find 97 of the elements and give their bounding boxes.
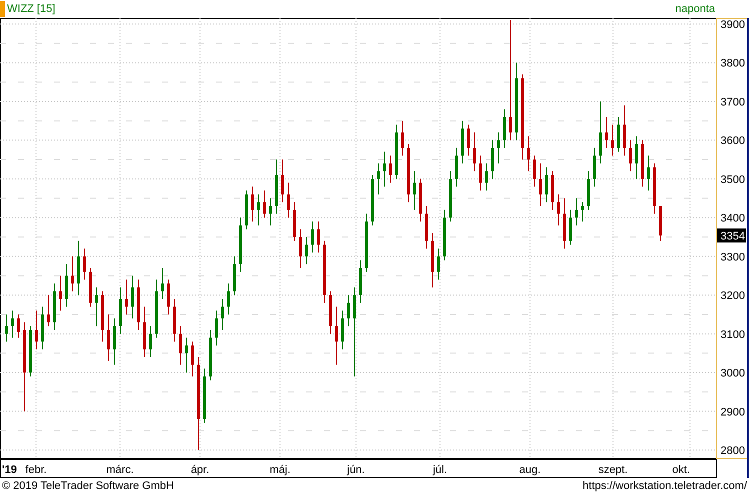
candlestick <box>251 186 254 222</box>
y-axis-label: 2800 <box>720 445 745 457</box>
candlestick <box>581 202 584 222</box>
candlestick <box>455 147 458 188</box>
candlestick <box>59 275 62 312</box>
candlestick <box>35 310 38 350</box>
candlestick <box>599 100 602 164</box>
candlestick <box>215 310 218 346</box>
candlestick <box>11 310 14 338</box>
candlestick <box>341 310 344 350</box>
candlestick <box>83 248 86 280</box>
candlestick <box>617 116 620 152</box>
candlestick <box>611 124 614 156</box>
candlestick <box>191 341 194 377</box>
candlestick <box>629 140 632 172</box>
candlestick <box>227 282 230 315</box>
month-label: febr. <box>25 464 47 476</box>
candlestick <box>149 326 152 358</box>
candlestick <box>347 294 350 327</box>
candlestick <box>287 182 290 218</box>
interval-label: naponta <box>675 3 715 15</box>
candlestick <box>305 236 308 265</box>
symbol-marker <box>0 1 5 17</box>
candlestick <box>353 286 356 377</box>
candlestick <box>167 279 170 315</box>
candlestick <box>5 314 8 342</box>
candlestick <box>107 314 110 362</box>
candlestick <box>647 155 650 192</box>
y-axis-label: 3200 <box>720 290 745 302</box>
candlestick <box>185 337 188 374</box>
y-axis-label: 3600 <box>720 135 745 148</box>
candlestick <box>437 248 440 280</box>
candlestick <box>497 132 500 164</box>
candlestick <box>509 20 512 141</box>
candlestick <box>131 275 134 319</box>
candlestick <box>605 116 608 148</box>
candlestick <box>623 104 626 156</box>
candlestick <box>545 166 548 203</box>
candlestick <box>281 159 284 203</box>
month-label: júl. <box>432 464 448 476</box>
y-axis-label: 3500 <box>720 174 745 186</box>
candlestick <box>179 326 182 366</box>
month-label: ápr. <box>190 464 210 476</box>
candlestick <box>317 221 320 253</box>
last-price-label: 3354 <box>717 228 746 242</box>
month-label: aug. <box>519 464 541 476</box>
candlestick <box>113 318 116 366</box>
y-axis-label: 3300 <box>720 251 745 264</box>
y-axis-label: 3700 <box>720 96 745 108</box>
candlestick <box>557 194 560 226</box>
candlestick <box>479 155 482 192</box>
candlestick <box>413 170 416 210</box>
candlestick <box>299 228 302 268</box>
candlestick <box>635 136 638 180</box>
candlestick <box>311 221 314 253</box>
candlestick <box>467 124 470 156</box>
candlestick <box>17 314 20 338</box>
candlestick <box>95 286 98 327</box>
candlestick <box>125 279 128 315</box>
month-label: márc. <box>106 464 134 476</box>
symbol-label: WIZZ [15] <box>7 3 56 15</box>
candlestick <box>47 294 50 327</box>
candlestick <box>221 298 224 330</box>
month-label: máj. <box>270 464 290 476</box>
month-label: szept. <box>598 464 628 476</box>
y-axis-label: 3100 <box>720 328 745 341</box>
candlestick <box>593 147 596 188</box>
y-axis-label: 3400 <box>720 212 745 225</box>
candlestick <box>491 140 494 180</box>
candlestick <box>389 155 392 184</box>
month-label: okt. <box>672 464 690 476</box>
candlestick <box>539 162 542 207</box>
candlestick <box>401 120 404 156</box>
y-axis-label: 2900 <box>720 406 745 418</box>
candlestick <box>533 155 536 188</box>
year-label: '19 <box>2 464 17 476</box>
copyright-text: © 2019 TeleTrader Software GmbH <box>2 480 174 492</box>
candlestick <box>503 108 506 148</box>
candlestick <box>71 256 74 292</box>
candlestick <box>161 267 164 300</box>
candlestick <box>269 198 272 226</box>
website-link[interactable]: https://workstation.teletrader.com/ <box>582 480 747 492</box>
candlestick <box>485 162 488 192</box>
candlestick <box>575 198 578 226</box>
candlestick <box>473 132 476 172</box>
y-axis-label: 3900 <box>720 19 745 31</box>
candlestick <box>335 306 338 366</box>
candlestick <box>377 162 380 195</box>
y-axis-label: 3000 <box>720 368 745 380</box>
y-axis-label: 3800 <box>720 58 745 70</box>
candlestick <box>569 209 572 246</box>
candlestick <box>263 190 266 218</box>
month-label: jún. <box>347 464 365 476</box>
candlestick <box>65 264 68 308</box>
candlestick <box>527 136 530 172</box>
candlestick <box>257 194 260 226</box>
candlestick <box>383 151 386 188</box>
